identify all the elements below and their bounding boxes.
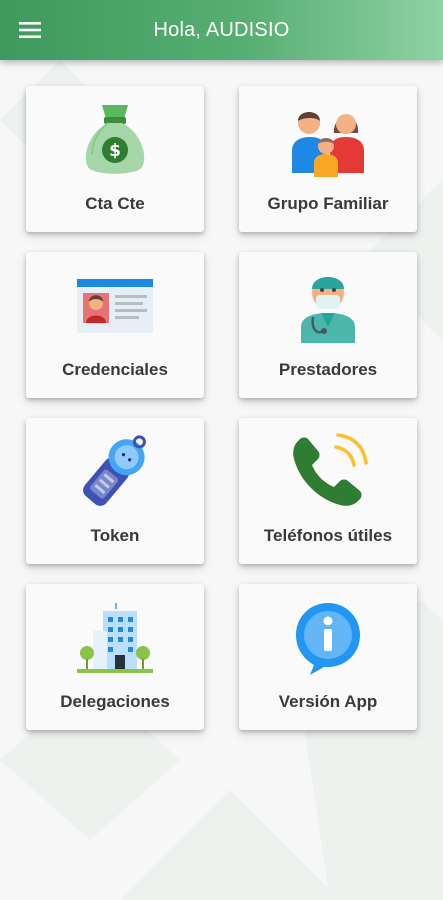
tile-credenciales[interactable]: Credenciales — [26, 252, 204, 398]
app-bar: Hola, AUDISIO — [0, 0, 443, 60]
token-device-icon — [83, 435, 146, 506]
building-icon — [77, 603, 153, 673]
hamburger-menu-icon[interactable] — [14, 14, 46, 46]
id-card-icon — [77, 279, 153, 333]
tile-label: Cta Cte — [85, 194, 145, 213]
tile-version-app[interactable]: Versión App — [239, 584, 417, 730]
tile-label: Token — [90, 526, 140, 545]
tile-label: Grupo Familiar — [267, 194, 389, 213]
svg-text:$: $ — [109, 141, 121, 161]
tile-telefonos-utiles[interactable]: Teléfonos útiles — [239, 418, 417, 564]
tile-label: Teléfonos útiles — [263, 526, 393, 545]
tile-token[interactable]: Token — [26, 418, 204, 564]
family-icon — [292, 112, 364, 177]
tile-prestadores[interactable]: Prestadores — [239, 252, 417, 398]
tile-grupo-familiar[interactable]: Grupo Familiar — [239, 86, 417, 232]
tile-cta-cte[interactable]: $ Cta Cte — [26, 86, 204, 232]
tile-label: Delegaciones — [60, 692, 170, 711]
tile-delegaciones[interactable]: Delegaciones — [26, 584, 204, 730]
doctor-icon — [301, 277, 355, 343]
tile-label: Prestadores — [278, 360, 378, 379]
tile-label: Credenciales — [62, 360, 168, 379]
money-bag-icon: $ — [85, 105, 145, 174]
phone-icon — [293, 433, 368, 506]
tile-label: Versión App — [278, 692, 378, 711]
greeting-title: Hola, AUDISIO — [153, 18, 290, 41]
menu-grid: $ Cta Cte Grupo Familiar Credenciales Pr… — [0, 0, 443, 900]
info-icon — [296, 603, 360, 675]
